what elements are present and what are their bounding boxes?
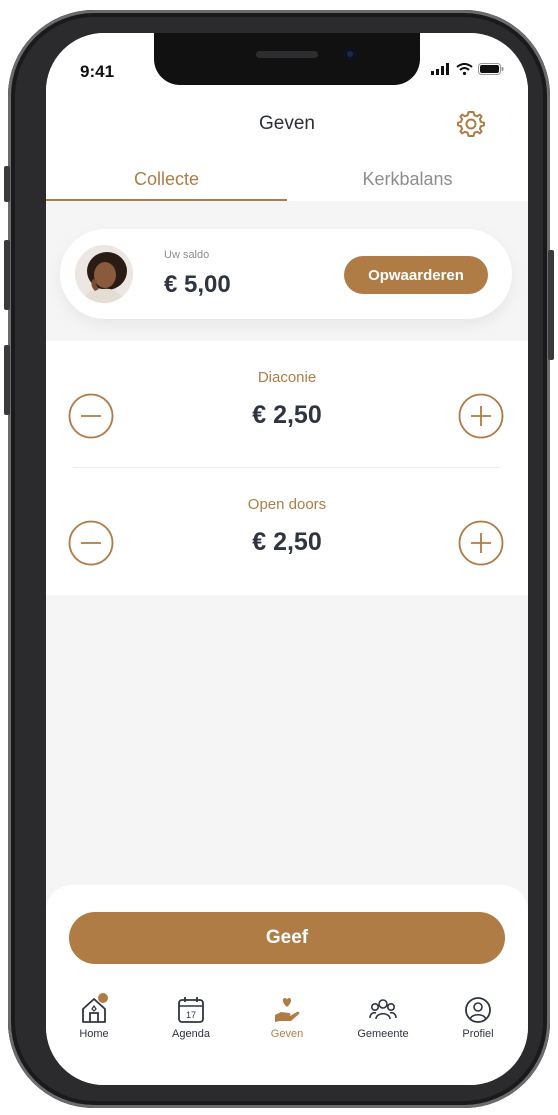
notification-dot [98,993,108,1003]
minus-circle-icon [68,393,114,439]
balance-card: Uw saldo € 5,00 Opwaarderen [60,229,512,319]
nav-label: Home [79,1028,109,1040]
wifi-icon [456,63,473,75]
giving-hand-icon [275,998,300,1022]
people-icon [369,999,397,1020]
nav-item-profiel[interactable]: Profiel [438,995,518,1040]
nav-label: Geven [270,1028,304,1040]
nav-item-gemeente[interactable]: Gemeente [343,995,423,1040]
collection-item-open-doors: Open doors € 2,50 [46,468,528,595]
calendar-icon: 17 [178,997,204,1023]
bottom-sheet: Geef Home 17 Agenda Geven Gemeente Profi… [46,885,528,1085]
volume-down-button [4,345,10,415]
profile-icon [465,997,491,1023]
status-time: 9:41 [80,62,115,81]
increase-button[interactable] [458,520,504,566]
decrease-button[interactable] [68,393,114,439]
collection-amount: € 2,50 [252,528,322,556]
avatar [75,245,133,303]
balance-value: € 5,00 [164,271,231,298]
volume-up-button [4,240,10,310]
nav-item-home[interactable]: Home [54,993,134,1040]
decrease-button[interactable] [68,520,114,566]
balance-label: Uw saldo [164,249,210,261]
power-button [548,250,554,360]
plus-circle-icon [458,393,504,439]
collection-name: Diaconie [257,369,317,386]
collection-amount: € 2,50 [252,401,322,429]
collection-item-diaconie: Diaconie € 2,50 [46,341,528,468]
bottom-navigation: Home 17 Agenda Geven Gemeente Profiel [46,993,528,1055]
app-screen: 9:41 Geven Collecte Kerkbalans Uw saldo … [46,33,528,1085]
collection-name: Open doors [247,496,327,513]
phone-notch [154,33,420,85]
minus-circle-icon [68,520,114,566]
mute-switch [4,166,10,202]
collection-list: Diaconie € 2,50 Open doors € 2,50 [46,341,528,595]
nav-item-geven[interactable]: Geven [247,995,327,1040]
tab-kerkbalans[interactable]: Kerkbalans [287,169,528,190]
avatar-photo-icon [75,245,133,303]
nav-item-agenda[interactable]: 17 Agenda [151,995,231,1040]
tab-collecte[interactable]: Collecte [46,169,287,190]
front-camera [344,48,356,60]
nav-label: Gemeente [357,1028,409,1040]
nav-label: Agenda [172,1028,210,1040]
plus-circle-icon [458,520,504,566]
active-tab-indicator [46,199,287,201]
increase-button[interactable] [458,393,504,439]
speaker-grille [256,51,318,58]
give-button[interactable]: Geef [69,912,505,964]
cellular-signal-icon [431,63,449,75]
battery-icon [478,63,504,75]
settings-gear-icon[interactable] [456,109,486,139]
calendar-date: 17 [186,1010,196,1020]
top-up-button[interactable]: Opwaarderen [344,256,488,294]
status-icons [431,63,504,75]
nav-label: Profiel [462,1028,494,1040]
